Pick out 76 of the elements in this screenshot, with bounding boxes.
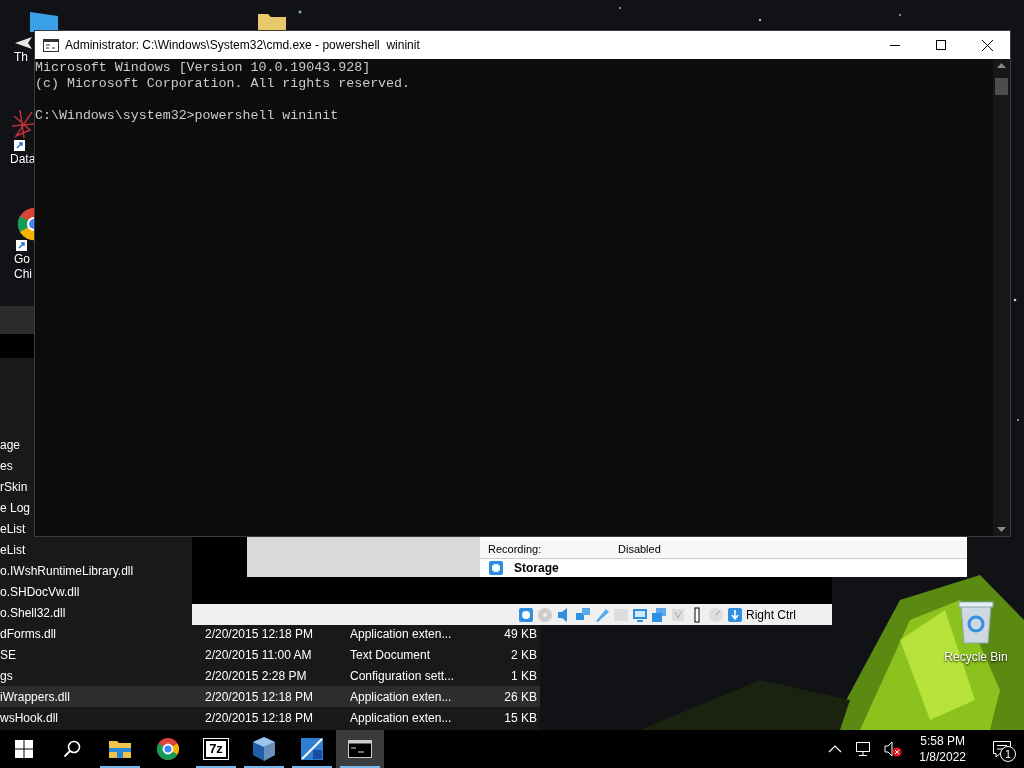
type-cell-text: Configuration sett... [349,668,456,683]
host-key-label: Right Ctrl [746,607,796,622]
date-cell-text: 2/20/2015 12:18 PM [204,626,315,641]
arrow-icon [14,36,34,50]
section-title[interactable]: Storage [514,561,559,575]
taskbar-button[interactable] [336,730,384,768]
terminal-icon [43,38,59,52]
type-cell-text: Application exten... [349,626,453,641]
tiles-icon [300,737,324,761]
type-cell-text: Application exten... [349,710,453,725]
clock[interactable]: 5:58 PM 1/8/2022 [911,733,974,765]
chip-icon[interactable] [670,606,686,623]
icon-label: Go [14,252,30,267]
scroll-thumb[interactable] [995,78,1008,95]
date-cell-text: 2/20/2015 2:28 PM [204,668,308,683]
size-cell-text: 15 KB [503,710,537,725]
file-name[interactable]: e Log [0,497,31,518]
size-cell-text: 49 KB [503,626,537,641]
file-name[interactable]: o.Shell32.dll [0,602,66,623]
notification-icon [992,740,1012,758]
console-line: C:\Windows\system32>powershell wininit [35,108,340,124]
detail-value: Disabled [618,543,661,555]
file-name: iWrappers.dll [0,689,71,704]
file-name[interactable]: o.SHDocVw.dll [0,581,80,602]
download-icon[interactable] [727,606,743,623]
file-name: wsHook.dll [0,710,60,725]
icon-label: Th [14,50,28,65]
file-row[interactable]: dForms.dll 2/20/2015 12:18 PM Application exten... 49 KB [0,623,540,644]
file-name: dForms.dll [0,626,57,641]
detail-label: Recording: [488,543,543,555]
cube-icon [252,736,276,762]
maximize-icon [936,40,946,50]
terminal-icon [348,740,372,758]
type-cell-text: Application exten... [349,689,453,704]
size-cell-text: 26 KB [503,689,537,704]
display-icon[interactable] [632,606,648,623]
folder-icon [108,739,132,759]
notification-count: 1 [1000,746,1016,762]
console-line: Microsoft Windows [Version 10.0.19043.928] [35,60,372,76]
file-name[interactable]: eList [0,539,26,560]
search-icon [63,740,81,758]
date-cell-text: 2/20/2015 12:18 PM [204,710,315,725]
size-cell-text: 1 KB [510,668,537,683]
scroll-down-icon[interactable] [997,527,1006,532]
close-icon [981,39,993,51]
usb-icon[interactable] [594,606,610,623]
date-cell-text: 2/20/2015 11:00 AM [204,647,313,662]
file-row[interactable]: SE 2/20/2015 11:00 AM Text Document 2 KB [0,644,540,665]
recycle-bin-icon[interactable] [957,600,995,644]
file-name[interactable]: eList [0,518,26,539]
icon-label: Data [10,152,36,167]
file-row[interactable]: gs 2/20/2015 2:28 PM Configuration sett... 1 KB [0,665,540,686]
size-cell-text: 2 KB [510,647,537,662]
file-row[interactable]: iWrappers.dll 2/20/2015 12:18 PM Application exten... 26 KB [0,686,540,707]
scroll-up-icon[interactable] [997,63,1006,68]
archive-icon: 7z [204,739,228,759]
icon-label: Chi [14,267,32,282]
scrollbar[interactable] [993,59,1010,536]
windows-logo-icon [15,740,33,758]
taskbar-button[interactable]: 7z [192,730,240,768]
date-cell-text: 2/20/2015 12:18 PM [204,689,315,704]
network-icon [10,108,36,152]
screens-icon[interactable] [651,606,667,623]
file-name[interactable]: age [0,434,21,455]
file-row[interactable]: wsHook.dll 2/20/2015 12:18 PM Application exten... 15 KB [0,707,540,728]
file-name[interactable]: o.IWshRuntimeLibrary.dll [0,560,134,581]
notification-button[interactable]: 1 [980,730,1024,768]
file-name: gs [0,668,14,683]
file-name[interactable]: es [0,455,13,476]
chrome-icon [156,737,180,761]
type-cell-text: Text Document [349,647,432,662]
console-line: (c) Microsoft Corporation. All rights reserved. [35,76,412,92]
window-title: Administrator: C:\Windows\System32\cmd.exe - powershell wininit [65,38,421,52]
file-name[interactable]: rSkin [0,476,28,497]
icon-label: Recycle Bin [944,650,1008,665]
file-name: SE [0,647,17,662]
